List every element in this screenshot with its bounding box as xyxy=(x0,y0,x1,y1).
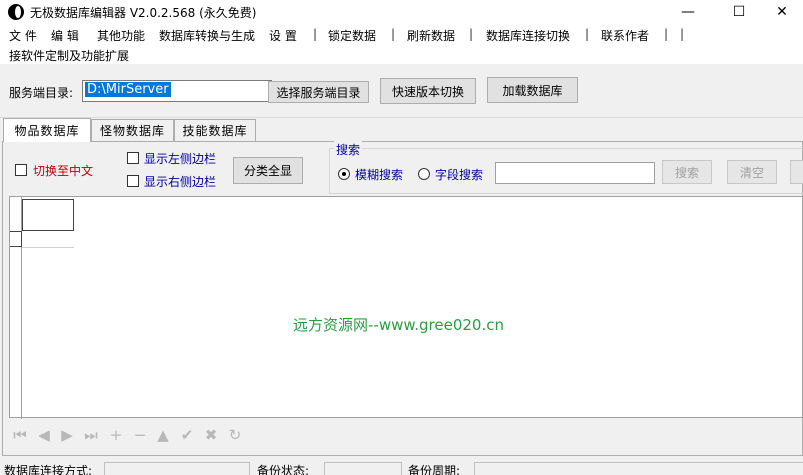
window-title: 无极数据库编辑器 V2.0.2.568 (永久免费) xyxy=(30,6,257,20)
field-search-label: 字段搜索 xyxy=(435,168,484,182)
app-logo-icon xyxy=(8,4,24,20)
quick-version-switch-button[interactable]: 快速版本切换 xyxy=(380,78,476,104)
field-search-radio[interactable] xyxy=(418,168,430,180)
show-right-sidebar-checkbox[interactable] xyxy=(127,175,139,187)
switch-chinese-checkbox[interactable] xyxy=(15,164,27,176)
delete-record-icon[interactable]: − xyxy=(131,426,149,444)
menu-settings[interactable]: 设 置 xyxy=(269,27,297,44)
grid-row-header xyxy=(10,197,22,419)
grid-column-header[interactable] xyxy=(22,199,74,231)
menu-custom-development[interactable]: 接软件定制及功能扩展 xyxy=(9,47,129,64)
backup-cycle-label: 备份周期: xyxy=(408,464,461,475)
search-input[interactable] xyxy=(495,162,655,184)
tab-skill-db[interactable]: 技能数据库 xyxy=(174,119,256,141)
switch-chinese-label: 切换至中文 xyxy=(33,164,94,178)
refresh-data-icon[interactable]: ↻ xyxy=(226,426,244,444)
record-navigator: ⏮ ◀ ▶ ⏭ + − ▲ ✔ ✖ ↻ xyxy=(9,424,269,448)
menu-separator: | xyxy=(585,27,590,41)
fuzzy-search-radio[interactable] xyxy=(338,168,350,180)
tab-item-db[interactable]: 物品数据库 xyxy=(3,118,91,142)
menu-separator: | xyxy=(664,27,669,41)
server-dir-label: 服务端目录: xyxy=(9,86,74,100)
server-dir-value: D:\MirServer xyxy=(85,82,171,97)
menu-bar: 文 件 编 辑 其他功能 数据库转换与生成 设 置 | 锁定数据 | 刷新数据 … xyxy=(0,24,803,64)
search-group-title: 搜索 xyxy=(334,141,363,158)
show-left-sidebar-checkbox[interactable] xyxy=(127,152,139,164)
edit-record-icon[interactable]: ▲ xyxy=(154,426,172,444)
post-edit-icon[interactable]: ✔ xyxy=(178,426,196,444)
title-bar: 无极数据库编辑器 V2.0.2.568 (永久免费) — ☐ ✕ xyxy=(0,0,803,24)
next-record-icon[interactable]: ▶ xyxy=(58,426,76,444)
insert-record-icon[interactable]: + xyxy=(107,426,125,444)
maximize-button[interactable]: ☐ xyxy=(716,0,762,24)
menu-edit[interactable]: 编 辑 xyxy=(51,27,79,44)
clear-button[interactable]: 清空 xyxy=(727,160,777,184)
close-button[interactable]: ✕ xyxy=(759,0,803,24)
menu-contact-author[interactable]: 联系作者 xyxy=(601,27,649,44)
backup-status-label: 备份状态: xyxy=(257,464,310,475)
status-bar: 数据库连接方式: 备份状态: 备份周期: xyxy=(0,460,803,475)
connection-mode-label: 数据库连接方式: xyxy=(4,464,93,475)
fuzzy-search-label: 模糊搜索 xyxy=(355,168,404,182)
menu-separator: | xyxy=(469,27,474,41)
prior-record-icon[interactable]: ◀ xyxy=(35,426,53,444)
menu-other-functions[interactable]: 其他功能 xyxy=(97,27,145,44)
menu-db-connection-switch[interactable]: 数据库连接切换 xyxy=(486,27,570,44)
first-record-icon[interactable]: ⏮ xyxy=(11,426,29,444)
menu-file[interactable]: 文 件 xyxy=(9,27,37,44)
load-database-button[interactable]: 加载数据库 xyxy=(487,77,578,103)
grid-row xyxy=(22,247,74,248)
cancel-edit-icon[interactable]: ✖ xyxy=(202,426,220,444)
menu-separator: | xyxy=(680,27,685,41)
data-grid[interactable] xyxy=(9,196,803,419)
minimize-button[interactable]: — xyxy=(665,0,711,24)
show-all-categories-button[interactable]: 分类全显 xyxy=(233,157,303,184)
show-right-sidebar-label: 显示右侧边栏 xyxy=(144,175,217,189)
backup-status-value xyxy=(324,462,402,475)
last-record-icon[interactable]: ⏭ xyxy=(82,426,100,444)
show-left-sidebar-label: 显示左侧边栏 xyxy=(144,152,217,166)
extra-search-button[interactable] xyxy=(790,160,803,184)
grid-row-indicator xyxy=(10,231,22,247)
menu-lock-data[interactable]: 锁定数据 xyxy=(328,27,376,44)
server-toolbar: 服务端目录: D:\MirServer 选择服务端目录 快速版本切换 加载数据库 xyxy=(0,64,803,118)
choose-server-dir-button[interactable]: 选择服务端目录 xyxy=(268,81,369,103)
menu-refresh-data[interactable]: 刷新数据 xyxy=(407,27,455,44)
tab-monster-db[interactable]: 怪物数据库 xyxy=(91,119,174,141)
menu-db-convert[interactable]: 数据库转换与生成 xyxy=(159,27,255,44)
server-dir-input[interactable]: D:\MirServer xyxy=(82,80,272,102)
menu-separator: | xyxy=(391,27,396,41)
database-tabs: 物品数据库 怪物数据库 技能数据库 xyxy=(0,118,803,142)
backup-cycle-value xyxy=(474,462,803,475)
connection-mode-value xyxy=(104,462,250,475)
watermark-text: 远方资源网--www.gree020.cn xyxy=(293,316,504,334)
menu-separator: | xyxy=(313,27,318,41)
search-button[interactable]: 搜索 xyxy=(662,160,712,184)
